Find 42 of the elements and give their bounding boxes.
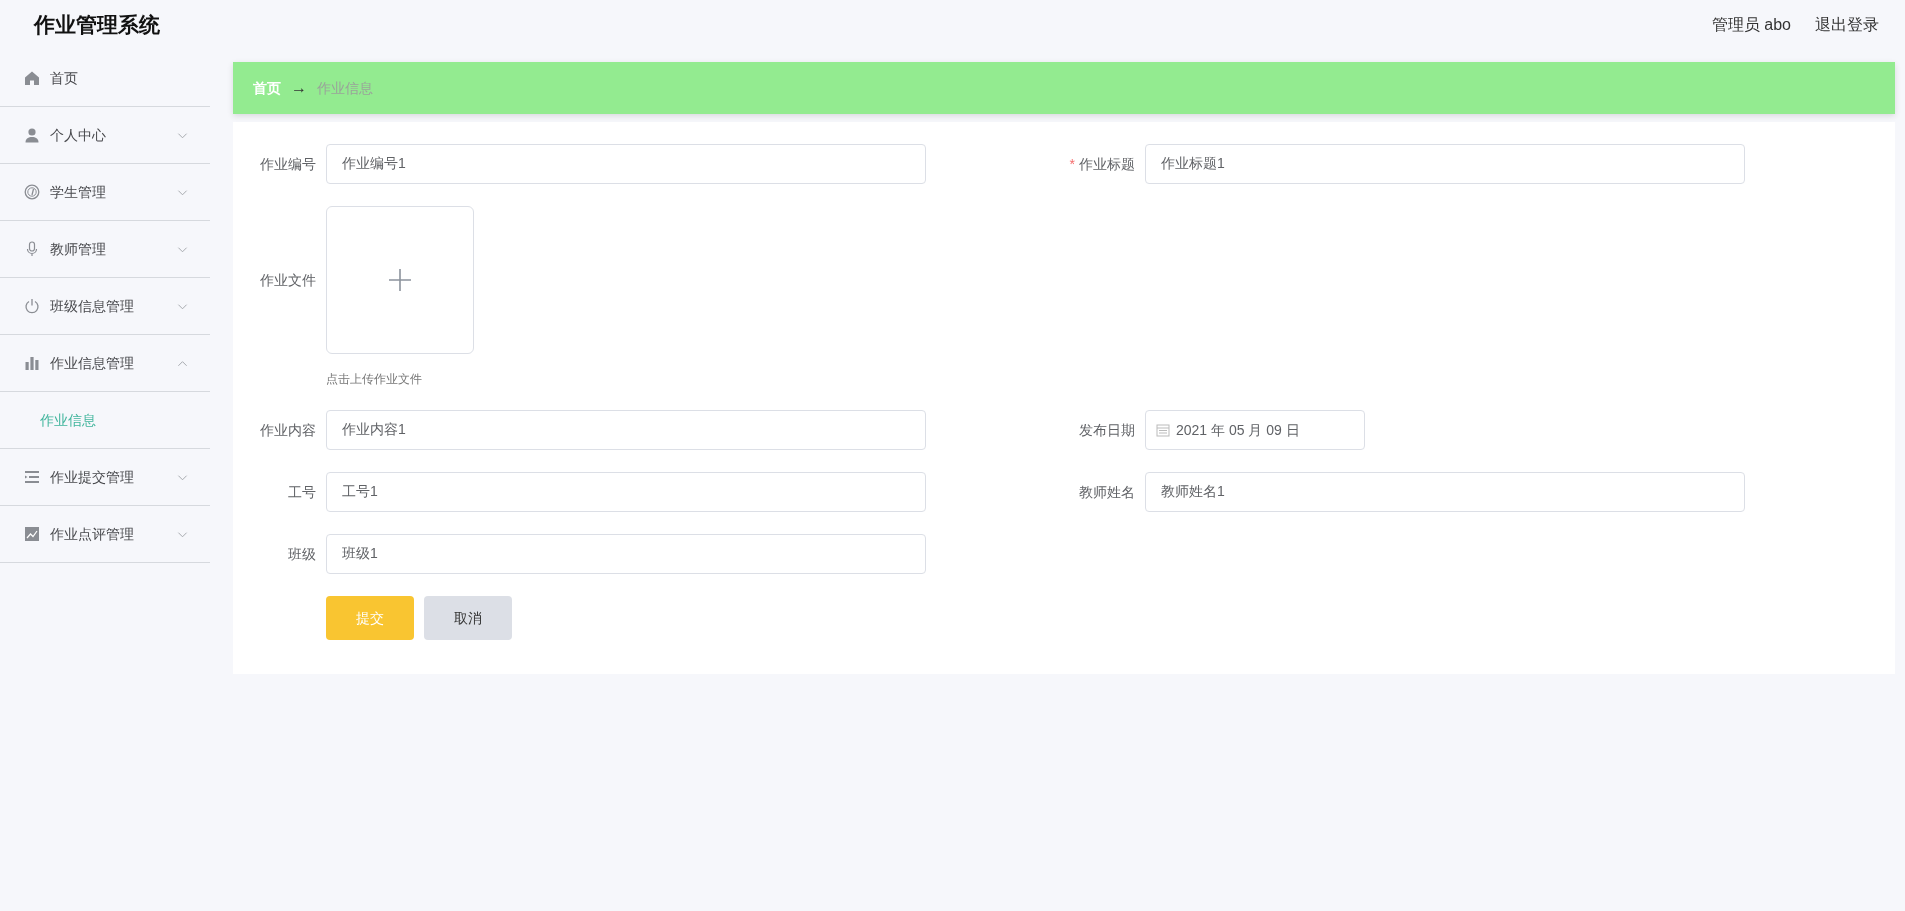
sidebar-item[interactable]: 学生管理 [0, 164, 210, 221]
field-label: 工号 [288, 484, 316, 500]
bar-chart-icon [24, 355, 40, 371]
date-field[interactable]: 2021 年 05 月 09 日 [1145, 410, 1365, 450]
text-field[interactable]: 教师姓名1 [1145, 472, 1745, 512]
list-icon [24, 469, 40, 485]
microphone-icon [24, 241, 40, 257]
required-mark: * [1069, 156, 1075, 172]
user-icon [24, 127, 40, 143]
sidebar-item[interactable]: 班级信息管理 [0, 278, 210, 335]
logout-link[interactable]: 退出登录 [1815, 13, 1879, 37]
sidebar-item[interactable]: 首页 [0, 50, 210, 107]
user-label: 管理员 abo [1711, 15, 1791, 35]
sidebar-item[interactable]: 作业点评管理 [0, 506, 210, 563]
cancel-button[interactable]: 取消 [424, 596, 512, 640]
plus-icon [389, 269, 411, 291]
field-label: 作业编号 [260, 156, 316, 172]
home-icon [24, 70, 40, 86]
sidebar-item[interactable]: 作业提交管理 [0, 449, 210, 506]
field-label: 作业文件 [260, 272, 316, 288]
upload-hint: 点击上传作业文件 [326, 371, 423, 388]
gauge-icon [24, 184, 40, 200]
line-chart-icon [24, 526, 40, 542]
upload-box[interactable] [326, 206, 474, 354]
app-title: 作业管理系统 [34, 12, 160, 39]
text-field[interactable]: 作业内容1 [326, 410, 926, 450]
text-field[interactable]: 作业标题1 [1145, 144, 1745, 184]
text-field[interactable]: 作业编号1 [326, 144, 926, 184]
sidebar-item[interactable]: 个人中心 [0, 107, 210, 164]
breadcrumb-current: 作业信息 [317, 78, 373, 98]
sidebar-item[interactable]: 作业信息管理 [0, 335, 210, 392]
field-label: 作业标题 [1079, 156, 1135, 172]
sidebar-item[interactable]: 教师管理 [0, 221, 210, 278]
calendar-icon [1156, 423, 1170, 437]
field-label: 班级 [288, 546, 316, 562]
field-label: 教师姓名 [1079, 484, 1135, 500]
text-field[interactable]: 班级1 [326, 534, 926, 574]
field-label: 作业内容 [260, 422, 316, 438]
field-label: 发布日期 [1079, 422, 1135, 438]
power-icon [24, 298, 40, 314]
breadcrumb-separator: → [291, 78, 307, 98]
text-field[interactable]: 工号1 [326, 472, 926, 512]
